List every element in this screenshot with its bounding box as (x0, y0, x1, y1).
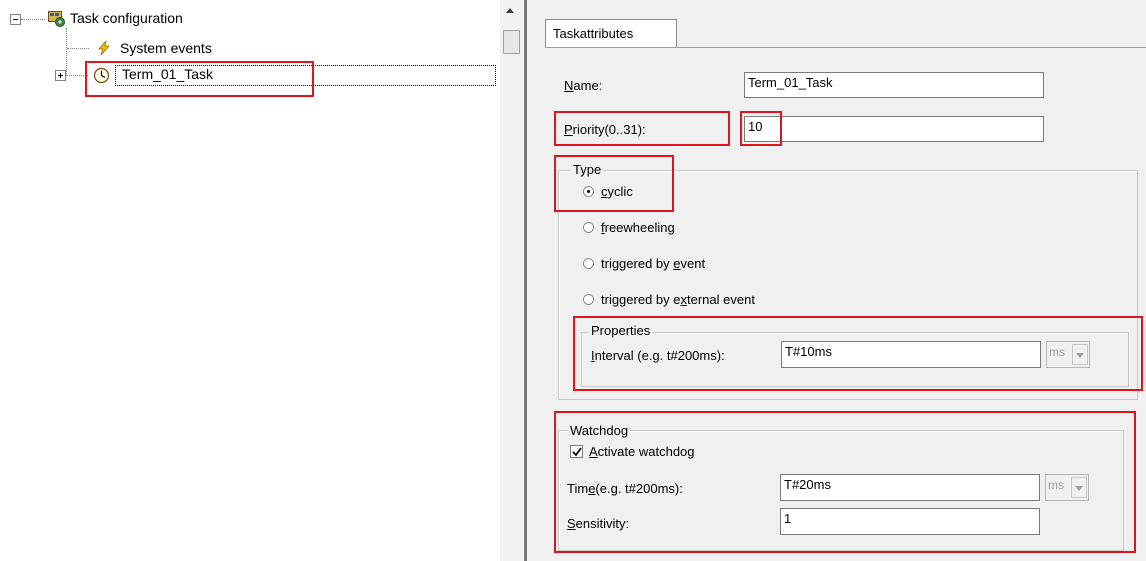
scroll-thumb[interactable] (503, 30, 520, 54)
tab-label: Taskattributes (553, 26, 634, 41)
radio-freewheeling-label[interactable]: freewheeling (601, 220, 675, 235)
radio-triggered-by-event-label[interactable]: triggered by event (601, 256, 705, 271)
scroll-up-arrow-icon[interactable] (506, 8, 514, 13)
highlight-priority (554, 111, 730, 146)
tree-root-label[interactable]: Task configuration (70, 10, 183, 26)
term-task-expand-button[interactable] (55, 70, 66, 81)
radio-triggered-by-external-event-label[interactable]: triggered by external event (601, 292, 755, 307)
task-tree: Task configuration System events Term_01… (0, 0, 498, 561)
task-configuration-icon (48, 11, 66, 28)
task-attributes-panel: Taskattributes Name: Term_01_Task Priori… (527, 0, 1146, 561)
radio-cyclic-label[interactable]: cyclic (601, 184, 633, 199)
tree-item-system-events[interactable]: System events (120, 40, 212, 56)
lightning-bolt-icon (96, 39, 112, 56)
radio-freewheeling[interactable] (583, 222, 594, 233)
name-field[interactable]: Term_01_Task (744, 72, 1044, 98)
name-label: Name: (564, 78, 603, 93)
radio-triggered-by-event[interactable] (583, 258, 594, 269)
radio-cyclic[interactable] (583, 186, 594, 197)
tree-scrollbar[interactable] (500, 0, 523, 561)
highlight-watchdog (554, 411, 1136, 553)
highlight-properties (573, 316, 1143, 391)
highlight-term-task (85, 61, 314, 97)
root-collapse-button[interactable] (10, 14, 21, 25)
highlight-priority-value (740, 111, 782, 146)
tab-taskattributes[interactable]: Taskattributes (545, 19, 677, 47)
priority-field[interactable]: 10 (744, 116, 1044, 142)
radio-triggered-by-external-event[interactable] (583, 294, 594, 305)
